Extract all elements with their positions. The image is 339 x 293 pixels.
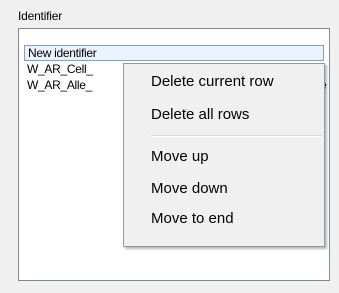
context-menu: Delete current row Delete all rows Move …	[123, 63, 325, 247]
menu-item-move-to-end[interactable]: Move to end	[151, 207, 234, 231]
menu-item-move-up[interactable]: Move up	[151, 145, 209, 169]
menu-item-move-down[interactable]: Move down	[151, 177, 228, 201]
list-item[interactable]: W_AR_Alle_	[27, 77, 92, 93]
menu-item-delete-current-row[interactable]: Delete current row	[151, 70, 274, 94]
list-item[interactable]: W_AR_Cell_	[27, 61, 93, 77]
menu-item-delete-all-rows[interactable]: Delete all rows	[151, 103, 249, 127]
identifier-label: Identifier	[18, 9, 63, 23]
menu-separator	[151, 135, 322, 137]
list-item-selected[interactable]: New identifier	[24, 45, 324, 61]
